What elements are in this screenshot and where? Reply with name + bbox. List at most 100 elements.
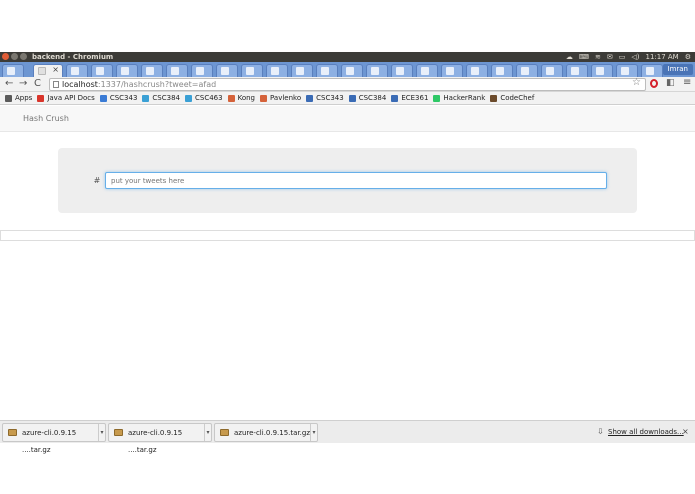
bookmark-label: Pavlenko [270, 94, 302, 102]
tab-favicon-icon [421, 67, 429, 75]
bookmark-label: CSC343 [316, 94, 344, 102]
bookmark-favicon-icon [142, 94, 150, 102]
bookmark-item[interactable]: Kong [227, 94, 255, 102]
bookmark-item[interactable]: CSC384 [348, 94, 387, 102]
tab[interactable] [341, 64, 363, 77]
tab[interactable] [166, 64, 188, 77]
bookmark-label: CSC343 [109, 94, 138, 102]
tab[interactable] [2, 64, 24, 77]
tab-favicon-icon [196, 67, 204, 75]
bookmark-item[interactable]: Java API Docs [37, 94, 95, 102]
tab-favicon-icon [96, 67, 104, 75]
tab[interactable] [191, 64, 213, 77]
tab[interactable] [216, 64, 238, 77]
bookmark-label: CSC463 [195, 94, 223, 102]
download-item[interactable]: azure-cli.0.9.15 ....tar.gz ▾ [108, 423, 212, 454]
app-brand-link[interactable]: Hash Crush [23, 114, 69, 123]
bookmark-favicon-icon [490, 94, 498, 102]
address-bar[interactable]: localhost:1337/hashcrush?tweet=afad [49, 78, 646, 91]
window-controls [2, 53, 27, 60]
bookmark-item[interactable]: Pavlenko [260, 94, 301, 102]
results-panel [0, 230, 695, 241]
tab[interactable] [66, 64, 88, 77]
tab-favicon-icon [146, 67, 154, 75]
download-filename: azure-cli.0.9.15 ....tar.gz [128, 429, 183, 454]
mail-icon[interactable]: ✉ [607, 52, 613, 62]
system-indicators: ☁ ⌨ ≋ ✉ ▭ ◁) 11:17 AM ⚙ [566, 52, 691, 62]
bookmark-star-icon[interactable]: ☆ [632, 77, 641, 88]
tab-favicon-icon [246, 67, 254, 75]
chevron-down-icon[interactable]: ▾ [204, 424, 211, 441]
bookmark-label: CSC384 [358, 94, 387, 102]
download-item[interactable]: azure-cli.0.9.15.tar.gz ▾ [214, 423, 318, 442]
tab-favicon-icon [221, 67, 229, 75]
tab[interactable] [91, 64, 113, 77]
tab-favicon-icon [446, 67, 454, 75]
tab[interactable] [391, 64, 413, 77]
system-clock[interactable]: 11:17 AM [645, 52, 678, 62]
profile-user-chip[interactable]: Imran [662, 64, 693, 75]
browser-menu-icon[interactable]: ≡ [683, 77, 691, 88]
archive-file-icon [220, 429, 229, 436]
close-icon[interactable]: × [682, 427, 689, 436]
chevron-down-icon[interactable]: ▾ [310, 424, 317, 441]
tab-favicon-icon [571, 67, 579, 75]
tab[interactable] [316, 64, 338, 77]
tab-active[interactable]: × [33, 64, 63, 77]
tab[interactable] [116, 64, 138, 77]
tab[interactable] [591, 64, 613, 77]
tab-favicon-icon [471, 67, 479, 75]
window-minimize-button[interactable] [11, 53, 18, 60]
tab-favicon-icon [621, 67, 629, 75]
bookmark-item[interactable]: CSC343 [99, 94, 138, 102]
bookmark-item[interactable]: Apps [5, 94, 32, 102]
tab[interactable] [616, 64, 638, 77]
tab[interactable] [541, 64, 563, 77]
chevron-down-icon[interactable]: ▾ [98, 424, 105, 441]
bookmark-item[interactable]: CSC384 [142, 94, 180, 102]
keyboard-icon[interactable]: ⌨ [579, 52, 589, 62]
reload-icon[interactable]: C [34, 78, 41, 90]
tab-favicon-icon [521, 67, 529, 75]
window-title: backend - Chromium [32, 53, 114, 61]
opera-extension-icon[interactable] [650, 79, 658, 88]
bookmark-item[interactable]: CSC343 [306, 94, 344, 102]
tweet-input[interactable] [105, 172, 607, 189]
show-all-downloads-link[interactable]: Show all downloads... [608, 428, 684, 436]
tab[interactable] [491, 64, 513, 77]
volume-icon[interactable]: ◁) [631, 52, 639, 62]
tab-close-icon[interactable]: × [52, 65, 59, 74]
bookmark-favicon-icon [348, 94, 356, 102]
bookmark-item[interactable]: CodeChef [490, 94, 534, 102]
tab[interactable] [516, 64, 538, 77]
bookmark-item[interactable]: ECE361 [391, 94, 428, 102]
tab[interactable] [566, 64, 588, 77]
extension-icon[interactable]: ◧ [666, 78, 675, 88]
battery-icon[interactable]: ▭ [619, 52, 626, 62]
bookmark-item[interactable]: CSC463 [185, 94, 223, 102]
apps-grid-icon [5, 94, 12, 102]
tab-favicon-icon [396, 67, 404, 75]
tab[interactable] [291, 64, 313, 77]
window-maximize-button[interactable] [20, 53, 27, 60]
tab[interactable] [441, 64, 463, 77]
tab[interactable] [416, 64, 438, 77]
download-item[interactable]: azure-cli.0.9.15 ....tar.gz ▾ [2, 423, 106, 454]
wifi-icon[interactable]: ≋ [595, 52, 601, 62]
forward-arrow-icon[interactable]: → [19, 78, 27, 90]
bookmark-item[interactable]: HackerRank [433, 94, 485, 102]
bookmark-label: Apps [15, 94, 33, 102]
tab[interactable] [466, 64, 488, 77]
bookmark-favicon-icon [433, 94, 441, 102]
tab-favicon-icon [271, 67, 279, 75]
tab[interactable] [141, 64, 163, 77]
cloud-icon[interactable]: ☁ [566, 52, 573, 62]
settings-gear-icon[interactable]: ⚙ [685, 52, 691, 62]
tab[interactable] [366, 64, 388, 77]
tab[interactable] [641, 64, 663, 77]
tab[interactable] [266, 64, 288, 77]
back-arrow-icon[interactable]: ← [5, 78, 13, 90]
page-favicon-icon [38, 67, 46, 75]
window-close-button[interactable] [2, 53, 9, 60]
tab[interactable] [241, 64, 263, 77]
